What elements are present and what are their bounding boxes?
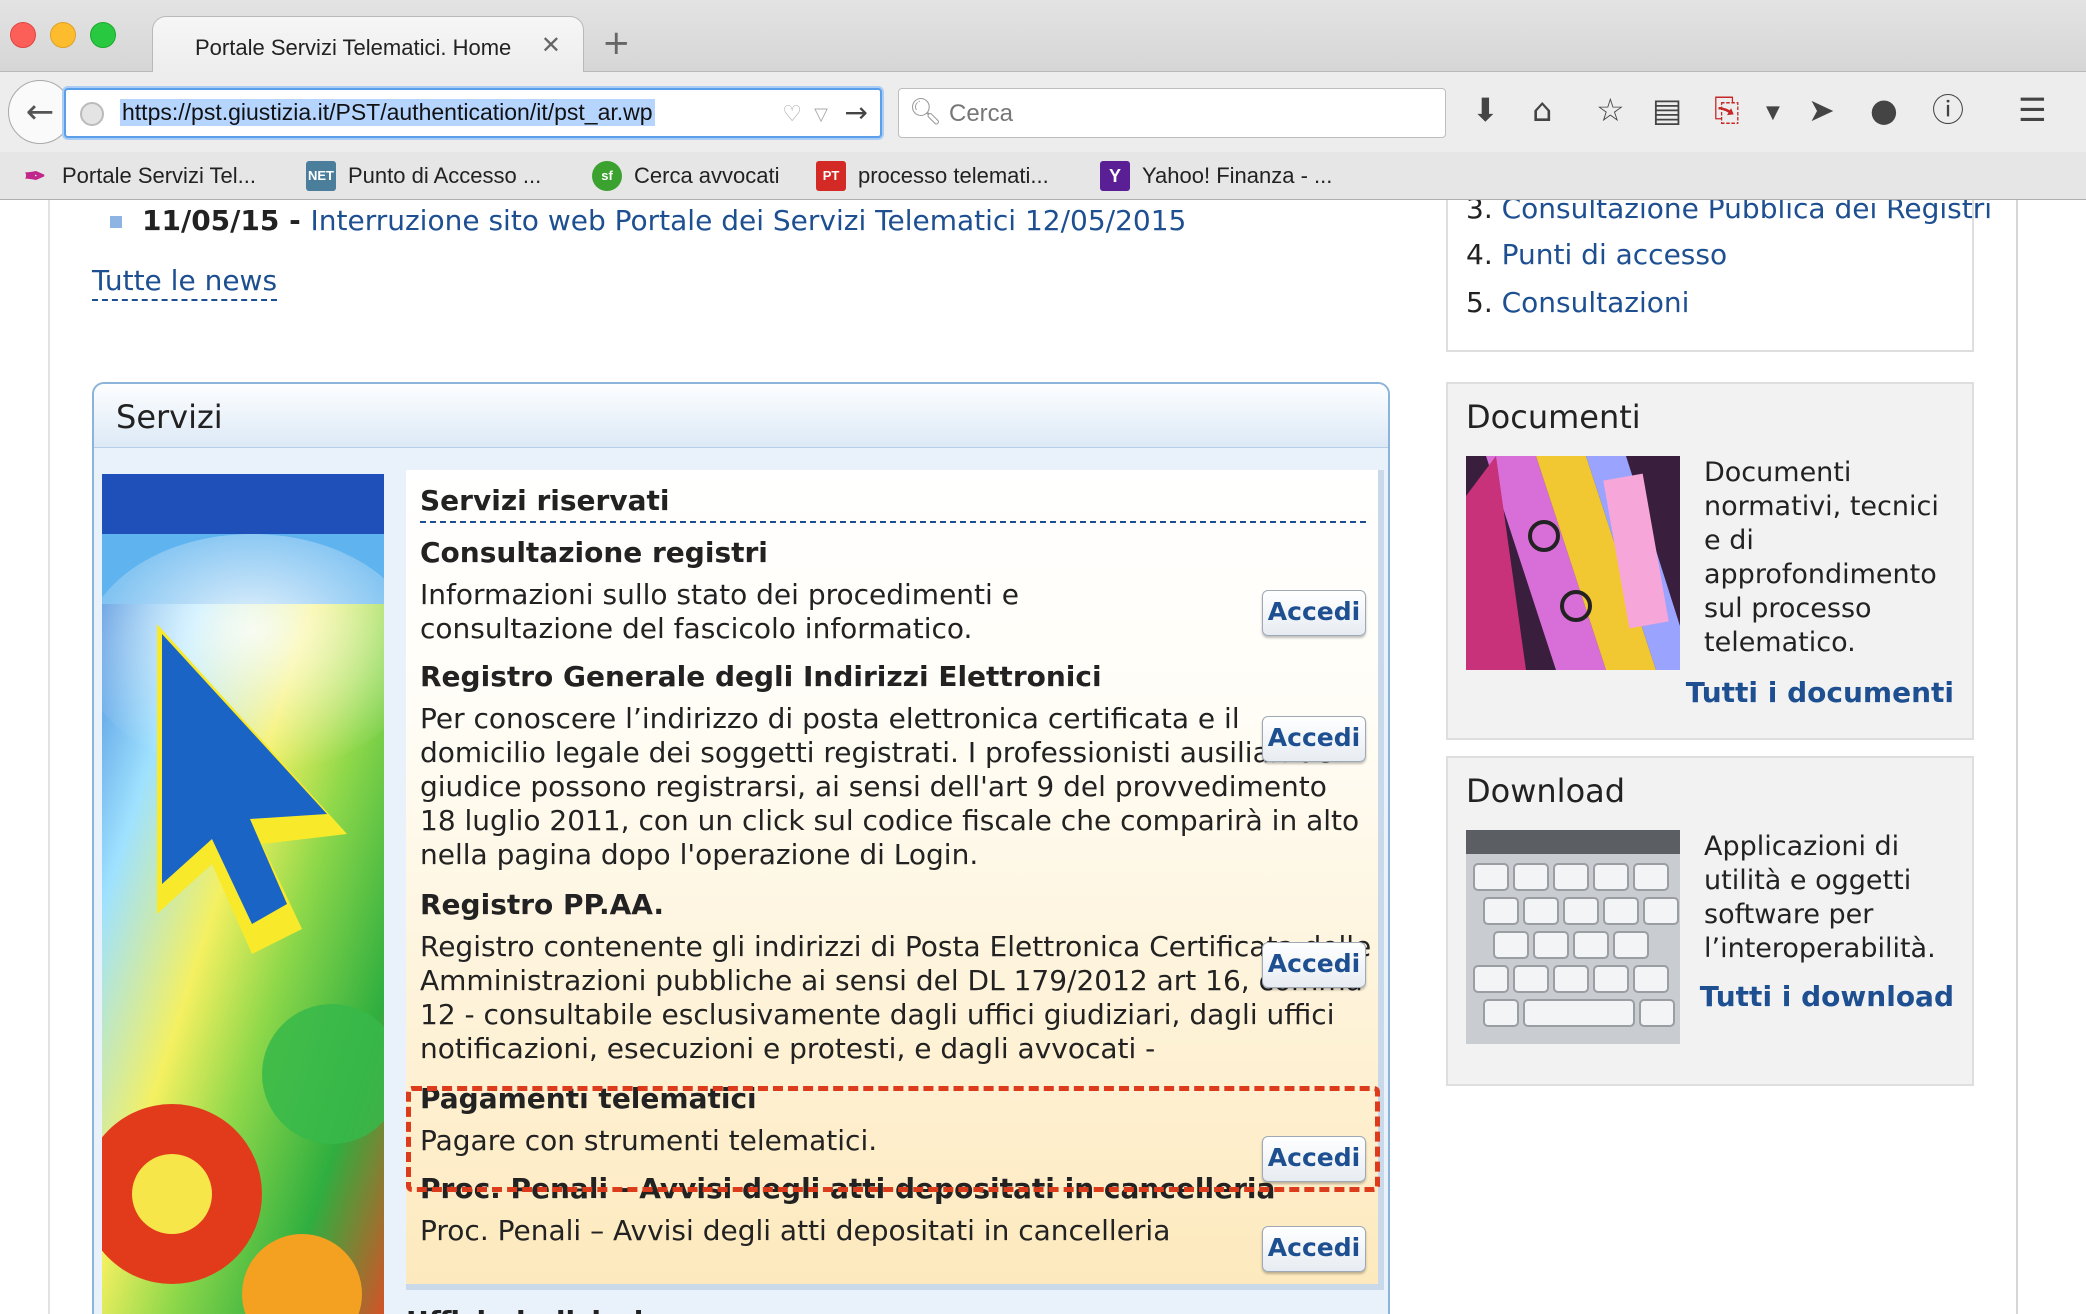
- bookmarks-toolbar: ✒ Portale Servizi Tel... NET Punto di Ac…: [0, 152, 2086, 200]
- yahoo-icon: Y: [1100, 161, 1130, 191]
- accedi-button-proc-penali[interactable]: Accedi: [1262, 1226, 1366, 1272]
- service-description: Registro contenente gli indirizzi di Pos…: [420, 930, 1372, 1065]
- list-link[interactable]: Consultazioni: [1502, 286, 1690, 319]
- tab-title: Portale Servizi Telematici. Home: [195, 35, 512, 60]
- quill-icon: ✒: [24, 161, 46, 191]
- all-downloads-link[interactable]: Tutti i download: [1700, 980, 1954, 1013]
- list-link[interactable]: Punti di accesso: [1502, 238, 1727, 271]
- list-number: 5.: [1466, 286, 1493, 319]
- url-bar[interactable]: https://pst.giustizia.it/PST/authenticat…: [64, 88, 882, 138]
- search-icon: 🔍︎: [909, 97, 943, 127]
- accedi-button-consultazione-registri[interactable]: Accedi: [1262, 590, 1366, 636]
- url-text[interactable]: https://pst.giustizia.it/PST/authenticat…: [120, 99, 655, 126]
- back-arrow-icon: ←: [25, 92, 55, 132]
- documenti-box: Documenti Documenti normativi, tecnici e…: [1446, 382, 1974, 740]
- list-item[interactable]: 4. Punti di accesso: [1466, 238, 1727, 271]
- bookmark-label: Cerca avvocati: [634, 163, 780, 188]
- servizi-cursor-image: [102, 474, 384, 1314]
- browser-tab-active[interactable]: Portale Servizi Telematici. Home ✕: [152, 16, 584, 74]
- service-name: Consultazione registri: [420, 536, 768, 569]
- page-right-border: [2016, 200, 2018, 1314]
- pt-icon: PT: [816, 161, 846, 191]
- service-name: Registro Generale degli Indirizzi Elettr…: [420, 660, 1102, 693]
- info-icon[interactable]: ⓘ: [1932, 94, 1964, 126]
- documenti-text: Documenti normativi, tecnici e di approf…: [1704, 457, 1939, 658]
- bookmark-yahoo-finanza[interactable]: Y Yahoo! Finanza - ...: [1100, 160, 1332, 192]
- back-button[interactable]: ←: [8, 80, 72, 144]
- list-item[interactable]: 3. Consultazione Pubblica dei Registri: [1466, 200, 1992, 225]
- list-link[interactable]: Consultazione Pubblica dei Registri: [1502, 200, 1992, 225]
- service-registro-generale: Registro Generale degli Indirizzi Elettr…: [420, 660, 1380, 872]
- service-description: Proc. Penali – Avvisi degli atti deposit…: [420, 1214, 1171, 1247]
- menu-hamburger-icon[interactable]: ☰: [2018, 94, 2047, 126]
- bookmark-processo-telematico[interactable]: PT processo telemati...: [816, 160, 1049, 192]
- news-separator: -: [279, 204, 311, 237]
- window-minimize-button[interactable]: [50, 22, 76, 48]
- right-nav-list: 3. Consultazione Pubblica dei Registri 4…: [1446, 200, 1992, 352]
- news-date: 11/05/15: [142, 204, 280, 237]
- search-bar[interactable]: 🔍︎ Cerca: [898, 88, 1446, 138]
- page-left-border: [48, 200, 50, 1314]
- browser-chrome: Portale Servizi Telematici. Home ✕ + ← h…: [0, 0, 2086, 200]
- pdf-extension-icon[interactable]: ⎘: [1714, 94, 1740, 126]
- window-close-button[interactable]: [10, 22, 36, 48]
- tab-strip: Portale Servizi Telematici. Home ✕ +: [0, 0, 2086, 74]
- go-arrow-icon[interactable]: →: [845, 96, 868, 129]
- service-registro-ppaa: Registro PP.AA. Registro contenente gli …: [420, 888, 1380, 1066]
- download-title: Download: [1466, 772, 1626, 810]
- all-news-link[interactable]: Tutte le news: [92, 264, 278, 301]
- search-placeholder: Cerca: [949, 100, 1014, 127]
- bullet-icon: [110, 216, 122, 228]
- window-maximize-button[interactable]: [90, 22, 116, 48]
- nav-toolbar: ← https://pst.giustizia.it/PST/authentic…: [0, 72, 2086, 152]
- site-identity-icon[interactable]: [80, 102, 104, 126]
- bookmark-label: Yahoo! Finanza - ...: [1142, 163, 1333, 188]
- download-keyboard-image: [1466, 830, 1680, 1044]
- new-tab-button[interactable]: +: [602, 26, 631, 60]
- service-description: Per conoscere l’indirizzo di posta elett…: [420, 702, 1360, 871]
- bookmark-star-icon[interactable]: ☆: [1596, 94, 1625, 126]
- servizi-title: Servizi: [116, 398, 223, 436]
- reading-list-icon[interactable]: ▤: [1652, 94, 1682, 126]
- bookmark-punto-accesso[interactable]: NET Punto di Accesso ...: [306, 160, 541, 192]
- service-consultazione-registri: Consultazione registri Informazioni sull…: [420, 536, 1380, 646]
- bookmark-label: Punto di Accesso ...: [348, 163, 542, 188]
- sf-icon: sf: [592, 161, 622, 191]
- list-number: 4.: [1466, 238, 1493, 271]
- bookmark-cerca-avvocati[interactable]: sf Cerca avvocati: [592, 160, 780, 192]
- accedi-button-registro-generale[interactable]: Accedi: [1262, 716, 1366, 762]
- net-icon: NET: [306, 161, 336, 191]
- servizi-riservati-title: Servizi riservati: [420, 484, 1366, 523]
- download-icon[interactable]: ⬇: [1472, 94, 1499, 126]
- home-icon[interactable]: ⌂: [1532, 94, 1552, 126]
- news-item: 11/05/15 - Interruzione sito web Portale…: [110, 204, 1186, 237]
- documenti-image: [1466, 456, 1680, 670]
- service-description: Informazioni sullo stato dei procediment…: [420, 578, 1019, 645]
- servizi-header: Servizi: [94, 384, 1388, 448]
- highlight-annotation-box: [406, 1086, 1380, 1192]
- extension-dropdown-icon[interactable]: ▼: [1766, 104, 1780, 122]
- page-content: 11/05/15 - Interruzione sito web Portale…: [0, 200, 2086, 1314]
- pocket-icon[interactable]: ♡: [782, 102, 802, 127]
- service-name: Registro PP.AA.: [420, 888, 665, 921]
- all-documents-link[interactable]: Tutti i documenti: [1686, 676, 1954, 709]
- bookmark-portale-servizi[interactable]: ✒ Portale Servizi Tel...: [20, 160, 256, 192]
- url-history-dropdown-icon[interactable]: ▽: [814, 104, 828, 125]
- send-tab-icon[interactable]: ➤: [1808, 94, 1835, 126]
- close-tab-icon[interactable]: ✕: [541, 31, 561, 59]
- download-box: Download Applicazioni di utilità e ogget…: [1446, 756, 1974, 1086]
- chat-icon[interactable]: ●: [1870, 94, 1898, 126]
- bookmark-label: Portale Servizi Tel...: [62, 163, 257, 188]
- news-link[interactable]: Interruzione sito web Portale dei Serviz…: [310, 204, 1186, 237]
- uffici-giudiziari-title: Uffici giudiziari: [406, 1302, 643, 1314]
- download-text: Applicazioni di utilità e oggetti softwa…: [1704, 831, 1936, 964]
- list-item[interactable]: 5. Consultazioni: [1466, 286, 1689, 319]
- bookmark-label: processo telemati...: [858, 163, 1049, 188]
- list-number: 3.: [1466, 200, 1493, 225]
- documenti-title: Documenti: [1466, 398, 1641, 436]
- accedi-button-registro-ppaa[interactable]: Accedi: [1262, 942, 1366, 988]
